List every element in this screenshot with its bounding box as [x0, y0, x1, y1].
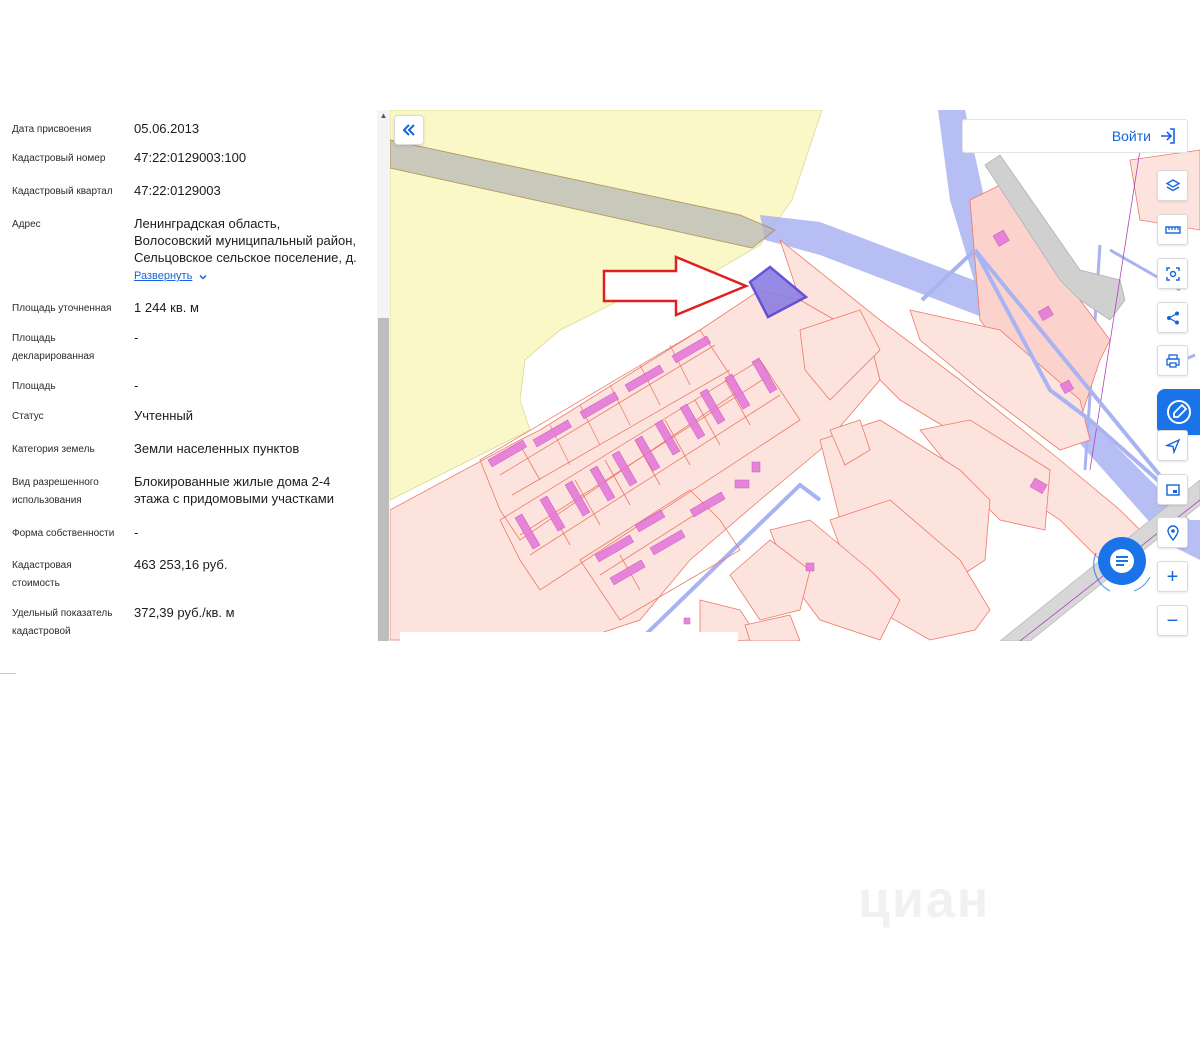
map-label-strip: [400, 632, 738, 641]
login-icon: [1161, 128, 1175, 144]
watermark-logo: циан: [858, 871, 991, 929]
label-line: Площадь: [12, 333, 56, 344]
label-line: стоимость: [12, 578, 60, 589]
address-line: Сельцовское сельское поселение, д.: [134, 250, 357, 265]
scroll-thumb[interactable]: [378, 318, 389, 641]
info-label: Категория земель: [12, 444, 95, 455]
info-label: Кадастровый квартал: [12, 186, 113, 197]
info-label: Дата присвоения: [12, 124, 92, 135]
locate-icon: [1164, 438, 1180, 454]
info-value: 372,39 руб./кв. м: [134, 605, 235, 620]
chat-icon: [1110, 549, 1134, 573]
share-icon: [1166, 311, 1179, 324]
collapse-panel-icon: [402, 124, 415, 136]
chat-button[interactable]: [1090, 533, 1154, 597]
zoom-in-button[interactable]: +: [1157, 561, 1188, 592]
label-line: кадастровой: [12, 626, 71, 637]
info-label: Удельный показатель кадастровой с: [12, 605, 130, 641]
ruler-button[interactable]: [1157, 214, 1188, 245]
info-value: 05.06.2013: [134, 121, 200, 136]
object-info-panel: Дата присвоения 05.06.2013 Кадастровый н…: [0, 110, 378, 641]
divider: [0, 673, 16, 674]
info-label: Статус: [12, 411, 44, 422]
expand-label: Развернуть: [134, 270, 193, 282]
minimap-button[interactable]: [1157, 474, 1188, 505]
info-value: 47:22:0129003: [134, 183, 221, 198]
value-line: Блокированные жилые дома 2-4: [134, 474, 331, 489]
zoom-out-button[interactable]: −: [1157, 605, 1188, 636]
address-line: Волосовский муниципальный район,: [134, 233, 357, 248]
layers-icon: [1165, 178, 1180, 191]
info-scrollbar[interactable]: ▲: [377, 110, 390, 641]
info-value: Блокированные жилые дома 2-4 этажа с при…: [134, 473, 370, 507]
info-label: Вид разрешенного использования: [12, 474, 130, 510]
label-line: Удельный показатель: [12, 608, 113, 619]
select-area-icon: [1165, 266, 1180, 281]
label-line: Кадастровая: [12, 560, 72, 571]
print-icon: [1165, 353, 1180, 368]
draw-tool-button[interactable]: [1157, 389, 1200, 435]
info-label: Форма собственности: [12, 528, 115, 539]
info-value: -: [134, 378, 139, 393]
info-value: Учтенный: [134, 408, 194, 423]
label-line: использования: [12, 495, 82, 506]
login-label[interactable]: Войти: [1112, 128, 1151, 144]
info-value: -: [134, 525, 139, 540]
info-label: Кадастровый номер: [12, 153, 106, 164]
print-button[interactable]: [1157, 345, 1188, 376]
share-button[interactable]: [1157, 302, 1188, 333]
chevron-down-icon: [199, 274, 207, 280]
info-value: -: [134, 330, 139, 345]
locate-button[interactable]: [1157, 430, 1188, 461]
ruler-icon: [1164, 225, 1181, 234]
label-line: Вид разрешенного: [12, 477, 99, 488]
parcel: [744, 614, 801, 641]
expand-address-link[interactable]: Развернуть: [134, 268, 208, 285]
info-value: 47:22:0129003:100: [134, 150, 247, 165]
address-line: Ленинградская область,: [134, 216, 281, 231]
minimap-icon: [1165, 483, 1180, 496]
info-label: Кадастровая стоимость: [12, 557, 130, 593]
layers-button[interactable]: [1157, 170, 1188, 201]
draw-icon: [1166, 400, 1191, 424]
map-canvas: [390, 110, 1200, 641]
value-line: этажа с придомовыми участками: [134, 491, 334, 506]
select-area-button[interactable]: [1157, 258, 1188, 289]
login-bar[interactable]: Войти: [962, 119, 1188, 153]
label-line: декларированная: [12, 351, 95, 362]
scroll-up-icon[interactable]: ▲: [377, 110, 390, 122]
info-label: Площадь: [12, 381, 56, 392]
address-value: Ленинградская область, Волосовский муниц…: [134, 215, 370, 285]
info-value: 1 244 кв. м: [134, 300, 199, 315]
info-value: Земли населенных пунктов: [134, 441, 300, 456]
info-label: Адрес: [12, 219, 41, 230]
info-value: 463 253,16 руб.: [134, 557, 228, 572]
info-label: Площадь уточненная: [12, 303, 112, 314]
info-label: Площадь декларированная: [12, 330, 130, 366]
pin-button[interactable]: [1157, 517, 1188, 548]
pin-icon: [1166, 524, 1179, 541]
cadastral-map[interactable]: [390, 110, 1200, 641]
collapse-panel-button[interactable]: [394, 115, 424, 145]
